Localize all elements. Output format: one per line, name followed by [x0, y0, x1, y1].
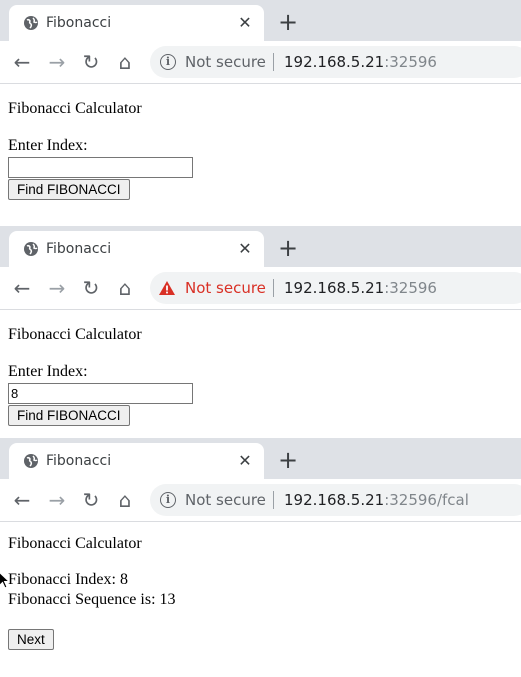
omnibox-divider	[273, 491, 274, 509]
tab-title: Fibonacci	[46, 15, 112, 31]
security-label[interactable]: Not secure	[185, 491, 266, 509]
next-button[interactable]: Next	[8, 629, 54, 650]
find-fibonacci-button[interactable]: Find FIBONACCI	[8, 179, 130, 200]
url-host: 192.168.5.21	[284, 279, 385, 297]
url-host: 192.168.5.21	[284, 53, 385, 71]
back-icon[interactable]: ←	[10, 276, 34, 300]
browser-window-3: Fibonacci ✕ + ← → ↻ ⌂ i Not secure 192.1…	[0, 435, 521, 677]
fibonacci-index-result: Fibonacci Index: 8	[8, 571, 128, 588]
toolbar: ← → ↻ ⌂ i Not secure 192.168.5.21:32596/…	[0, 479, 521, 522]
tab-strip: Fibonacci ✕ +	[0, 438, 521, 479]
close-tab-icon[interactable]: ✕	[234, 12, 256, 34]
toolbar: ← → ↻ ⌂ i Not secure 192.168.5.21:32596	[0, 41, 521, 84]
url-path: :32596/fcal	[384, 491, 469, 509]
tab-title: Fibonacci	[46, 241, 112, 257]
index-label: Enter Index:	[8, 137, 88, 154]
browser-window-2: Fibonacci ✕ + ← → ↻ ⌂ Not secure 192.168…	[0, 220, 521, 435]
globe-icon	[24, 16, 38, 30]
globe-icon	[24, 242, 38, 256]
page-heading: Fibonacci Calculator	[8, 326, 142, 343]
omnibox-divider	[273, 53, 274, 71]
forward-icon[interactable]: →	[45, 50, 69, 74]
new-tab-button[interactable]: +	[275, 235, 301, 261]
security-label[interactable]: Not secure	[185, 279, 266, 297]
forward-icon[interactable]: →	[45, 488, 69, 512]
address-bar[interactable]: i Not secure 192.168.5.21:32596	[150, 46, 521, 78]
new-tab-button[interactable]: +	[275, 447, 301, 473]
reload-icon[interactable]: ↻	[79, 488, 103, 512]
url-text[interactable]: 192.168.5.21:32596/fcal	[284, 491, 469, 509]
index-input[interactable]	[8, 383, 193, 404]
close-tab-icon[interactable]: ✕	[234, 238, 256, 260]
index-input[interactable]	[8, 157, 193, 178]
tab-fibonacci[interactable]: Fibonacci ✕	[9, 231, 264, 267]
fibonacci-sequence-result: Fibonacci Sequence is: 13	[8, 591, 176, 608]
back-icon[interactable]: ←	[10, 488, 34, 512]
page-heading: Fibonacci Calculator	[8, 535, 142, 552]
home-icon[interactable]: ⌂	[113, 50, 137, 74]
home-icon[interactable]: ⌂	[113, 488, 137, 512]
home-icon[interactable]: ⌂	[113, 276, 137, 300]
url-path: :32596	[384, 53, 437, 71]
omnibox-divider	[273, 279, 274, 297]
browser-window-1: Fibonacci ✕ + ← → ↻ ⌂ i Not secure 192.1…	[0, 0, 521, 220]
url-text[interactable]: 192.168.5.21:32596	[284, 279, 437, 297]
tab-title: Fibonacci	[46, 453, 112, 469]
toolbar: ← → ↻ ⌂ Not secure 192.168.5.21:32596	[0, 267, 521, 310]
tab-strip: Fibonacci ✕ +	[0, 0, 521, 41]
warning-icon[interactable]	[158, 279, 176, 297]
close-tab-icon[interactable]: ✕	[234, 450, 256, 472]
security-label[interactable]: Not secure	[185, 53, 266, 71]
url-text[interactable]: 192.168.5.21:32596	[284, 53, 437, 71]
page-heading: Fibonacci Calculator	[8, 100, 142, 117]
info-icon[interactable]: i	[160, 54, 176, 70]
url-host: 192.168.5.21	[284, 491, 385, 509]
reload-icon[interactable]: ↻	[79, 50, 103, 74]
globe-icon	[24, 454, 38, 468]
tab-fibonacci[interactable]: Fibonacci ✕	[9, 5, 264, 41]
tab-fibonacci[interactable]: Fibonacci ✕	[9, 443, 264, 479]
index-label: Enter Index:	[8, 363, 88, 380]
reload-icon[interactable]: ↻	[79, 276, 103, 300]
url-path: :32596	[384, 279, 437, 297]
forward-icon[interactable]: →	[45, 276, 69, 300]
info-icon[interactable]: i	[160, 492, 176, 508]
address-bar[interactable]: i Not secure 192.168.5.21:32596/fcal	[150, 484, 521, 516]
find-fibonacci-button[interactable]: Find FIBONACCI	[8, 405, 130, 426]
address-bar[interactable]: Not secure 192.168.5.21:32596	[150, 272, 521, 304]
back-icon[interactable]: ←	[10, 50, 34, 74]
tab-strip: Fibonacci ✕ +	[0, 226, 521, 267]
new-tab-button[interactable]: +	[275, 9, 301, 35]
